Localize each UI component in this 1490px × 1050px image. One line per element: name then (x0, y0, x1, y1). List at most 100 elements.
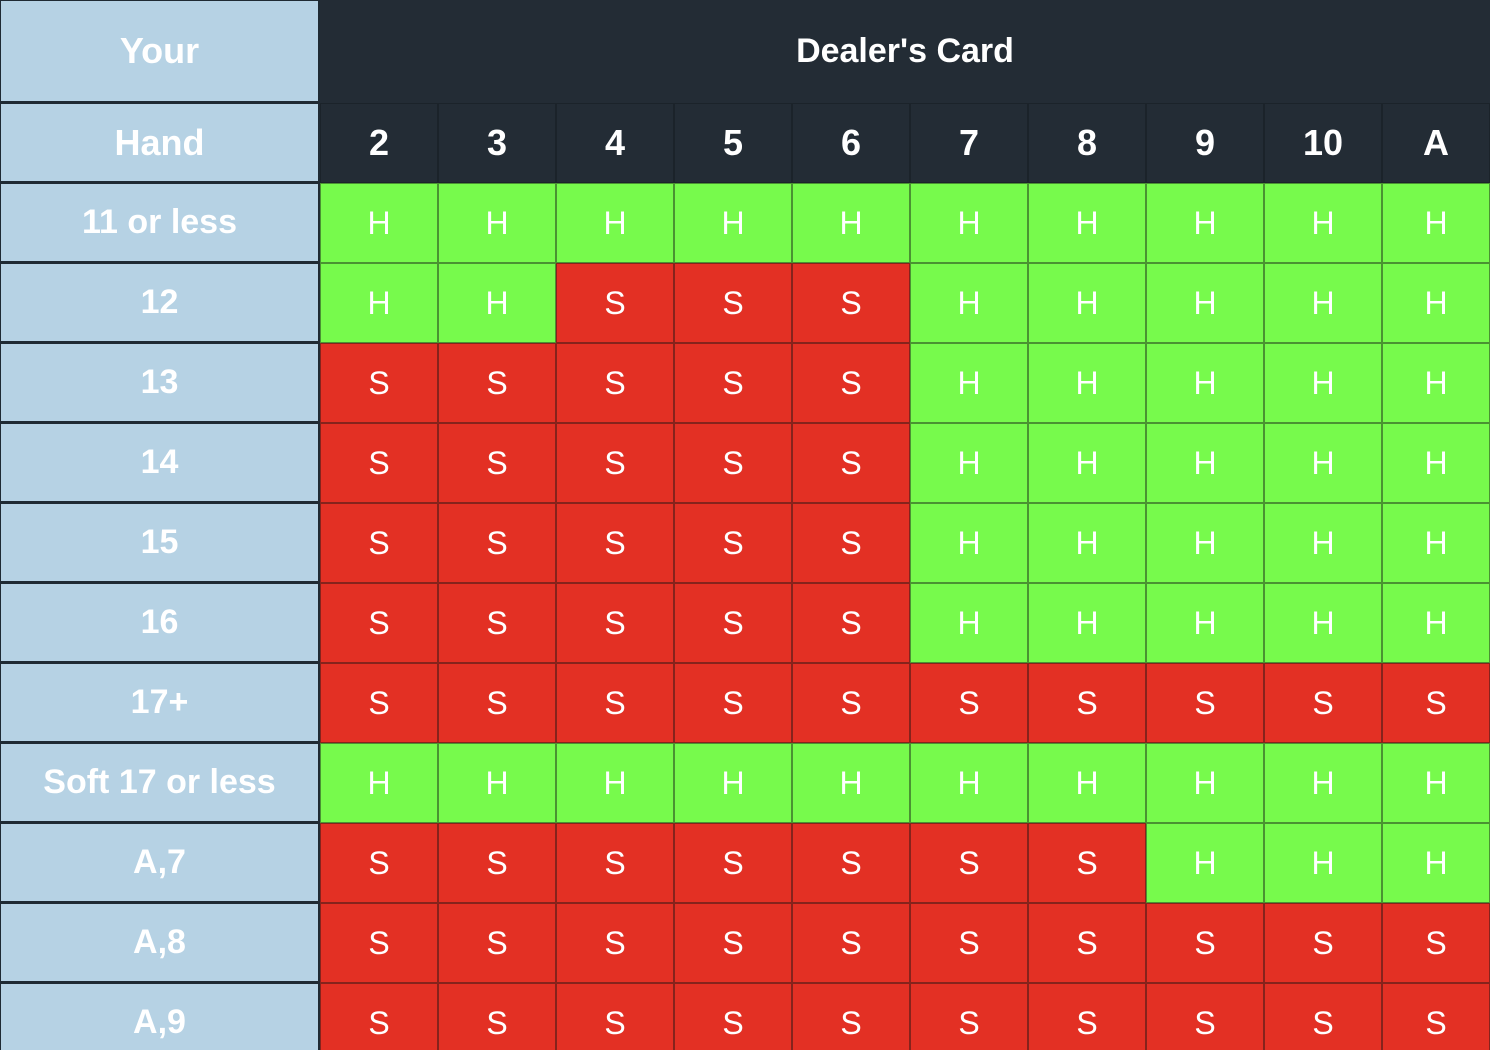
stand-cell: S (792, 583, 910, 663)
hit-cell: H (792, 183, 910, 263)
stand-cell: S (1264, 903, 1382, 983)
hit-cell: H (438, 183, 556, 263)
stand-cell: S (792, 263, 910, 343)
dealer-card-2: 2 (320, 103, 438, 183)
hit-cell: H (674, 183, 792, 263)
hand-label: 11 or less (0, 183, 320, 263)
stand-cell: S (792, 503, 910, 583)
stand-cell: S (556, 903, 674, 983)
stand-cell: S (320, 423, 438, 503)
hit-cell: H (1146, 423, 1264, 503)
hit-cell: H (1028, 583, 1146, 663)
stand-cell: S (674, 823, 792, 903)
hit-cell: H (792, 743, 910, 823)
stand-cell: S (320, 583, 438, 663)
stand-cell: S (320, 503, 438, 583)
hit-cell: H (1146, 583, 1264, 663)
hit-cell: H (910, 423, 1028, 503)
stand-cell: S (910, 663, 1028, 743)
stand-cell: S (556, 983, 674, 1050)
hit-cell: H (910, 343, 1028, 423)
stand-cell: S (674, 663, 792, 743)
stand-cell: S (792, 823, 910, 903)
hit-cell: H (1264, 263, 1382, 343)
stand-cell: S (1028, 663, 1146, 743)
hit-cell: H (1028, 263, 1146, 343)
hit-cell: H (1028, 743, 1146, 823)
hit-cell: H (1028, 423, 1146, 503)
dealer-card-9: 9 (1146, 103, 1264, 183)
hit-cell: H (1264, 583, 1382, 663)
hit-cell: H (910, 583, 1028, 663)
hand-label: Soft 17 or less (0, 743, 320, 823)
hit-cell: H (1028, 183, 1146, 263)
hit-cell: H (1264, 423, 1382, 503)
stand-cell: S (320, 343, 438, 423)
hit-cell: H (320, 263, 438, 343)
stand-cell: S (438, 903, 556, 983)
stand-cell: S (1264, 663, 1382, 743)
hit-cell: H (910, 503, 1028, 583)
dealer-card-10: 10 (1264, 103, 1382, 183)
stand-cell: S (792, 343, 910, 423)
stand-cell: S (320, 903, 438, 983)
stand-cell: S (674, 423, 792, 503)
stand-cell: S (556, 663, 674, 743)
stand-cell: S (1028, 983, 1146, 1050)
hit-cell: H (1146, 823, 1264, 903)
hand-label: A,7 (0, 823, 320, 903)
hit-cell: H (1264, 503, 1382, 583)
hit-cell: H (1146, 343, 1264, 423)
stand-cell: S (1382, 983, 1490, 1050)
dealer-card-3: 3 (438, 103, 556, 183)
hand-header: Hand (0, 103, 320, 183)
stand-cell: S (438, 663, 556, 743)
stand-cell: S (792, 983, 910, 1050)
stand-cell: S (674, 343, 792, 423)
hit-cell: H (910, 263, 1028, 343)
hand-label: A,8 (0, 903, 320, 983)
stand-cell: S (674, 583, 792, 663)
strategy-chart: Your Hand Dealer's Card 2 3 4 5 6 7 8 9 10 A 11 or… (0, 0, 1490, 1050)
hit-cell: H (1028, 503, 1146, 583)
stand-cell: S (438, 983, 556, 1050)
stand-cell: S (674, 983, 792, 1050)
stand-cell: S (1146, 903, 1264, 983)
stand-cell: S (1146, 983, 1264, 1050)
hand-label: 16 (0, 583, 320, 663)
stand-cell: S (556, 503, 674, 583)
hit-cell: H (1382, 503, 1490, 583)
stand-cell: S (910, 823, 1028, 903)
stand-cell: S (556, 343, 674, 423)
hand-label: 15 (0, 503, 320, 583)
hit-cell: H (910, 183, 1028, 263)
stand-cell: S (910, 983, 1028, 1050)
hit-cell: H (556, 743, 674, 823)
dealer-card-a: A (1382, 103, 1490, 183)
hit-cell: H (1028, 343, 1146, 423)
hit-cell: H (674, 743, 792, 823)
dealer-card-5: 5 (674, 103, 792, 183)
stand-cell: S (320, 983, 438, 1050)
hit-cell: H (438, 263, 556, 343)
stand-cell: S (438, 343, 556, 423)
stand-cell: S (1382, 663, 1490, 743)
hit-cell: H (320, 743, 438, 823)
stand-cell: S (438, 503, 556, 583)
hit-cell: H (1382, 823, 1490, 903)
stand-cell: S (1146, 663, 1264, 743)
hand-label: 14 (0, 423, 320, 503)
dealer-card-4: 4 (556, 103, 674, 183)
hit-cell: H (1382, 583, 1490, 663)
hit-cell: H (1382, 743, 1490, 823)
stand-cell: S (674, 263, 792, 343)
stand-cell: S (556, 263, 674, 343)
hit-cell: H (1264, 743, 1382, 823)
stand-cell: S (1382, 903, 1490, 983)
hit-cell: H (910, 743, 1028, 823)
stand-cell: S (320, 663, 438, 743)
stand-cell: S (1028, 903, 1146, 983)
stand-cell: S (438, 583, 556, 663)
hit-cell: H (1146, 503, 1264, 583)
stand-cell: S (792, 903, 910, 983)
